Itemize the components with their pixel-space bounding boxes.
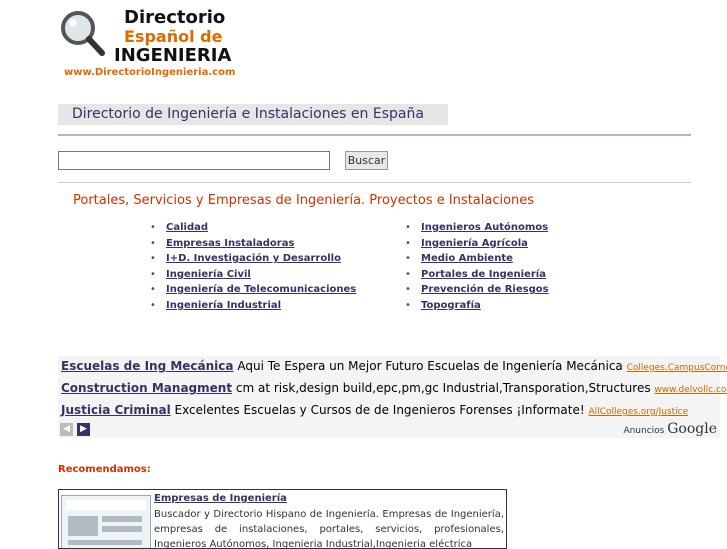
list-item: Portales de Ingeniería [405,267,549,283]
ad-item: Escuelas de Ing Mecánica Aqui Te Espera … [61,359,727,373]
list-item: I+D. Investigación y Desarrollo [150,251,356,267]
category-link-empresas-instaladoras[interactable]: Empresas Instaladoras [166,238,294,249]
search-input[interactable] [58,151,330,170]
category-link-ingenieros-autonomos[interactable]: Ingenieros Autónomos [421,222,548,233]
thumbnail-header [66,500,146,510]
search-divider [58,182,691,183]
category-link-ingenieria-agricola[interactable]: Ingeniería Agrícola [421,238,528,249]
list-item: Empresas Instaladoras [150,236,356,252]
title-divider [58,134,691,136]
ads-block: Escuelas de Ing Mecánica Aqui Te Espera … [58,356,727,438]
logo-line-2: Español de [124,27,223,46]
page-title: Directorio de Ingeniería e Instalaciones… [58,104,448,125]
ad-title-link[interactable]: Construction Managment [61,381,232,395]
category-link-medio-ambiente[interactable]: Medio Ambiente [421,253,513,264]
ad-text: Aqui Te Espera un Mejor Futuro Escuelas … [237,359,623,373]
logo-url: www.DirectorioIngenieria.com [64,67,236,78]
list-item: Ingeniería de Telecomunicaciones [150,282,356,298]
category-link-portales[interactable]: Portales de Ingeniería [421,269,546,280]
ad-url-link[interactable]: www.delvollc.com [654,385,727,395]
category-list-left: Calidad Empresas Instaladoras I+D. Inves… [150,220,356,313]
recommend-description: Buscador y Directorio Hispano de Ingenie… [154,509,504,549]
google-logo: Google [667,421,717,437]
section-title: Portales, Servicios y Empresas de Ingeni… [73,193,535,208]
category-link-id[interactable]: I+D. Investigación y Desarrollo [166,253,341,264]
list-item: Ingeniería Industrial [150,298,356,314]
category-link-telecomunicaciones[interactable]: Ingeniería de Telecomunicaciones [166,284,356,295]
ads-prev-button[interactable]: ◀ [60,423,73,436]
recommend-title-link[interactable]: Empresas de Ingeniería [154,493,287,504]
ad-item: Construction Managment cm at risk,design… [61,381,727,395]
category-link-prevencion-riesgos[interactable]: Prevención de Riesgos [421,284,549,295]
recommend-thumbnail[interactable] [61,495,151,548]
thumbnail-block [68,540,142,545]
thumbnail-block [102,516,142,522]
recommend-heading: Recomendamos: [58,464,151,475]
ads-by-google[interactable]: Anuncios Google [623,421,717,437]
category-link-calidad[interactable]: Calidad [166,222,208,233]
list-item: Ingenieros Autónomos [405,220,549,236]
thumbnail-block [68,516,98,536]
category-link-topografia[interactable]: Topografía [421,300,481,311]
category-link-ingenieria-industrial[interactable]: Ingeniería Industrial [166,300,281,311]
list-item: Ingeniería Agrícola [405,236,549,252]
ad-text: Excelentes Escuelas y Cursos de de Ingen… [174,403,585,417]
ad-item: Justicia Criminal Excelentes Escuelas y … [61,403,688,417]
logo-line-1: Directorio [124,7,226,28]
list-item: Prevención de Riesgos [405,282,549,298]
ad-title-link[interactable]: Justicia Criminal [61,403,171,417]
ads-next-button[interactable]: ▶ [77,423,90,436]
magnifier-icon [61,11,105,56]
logo-line-3: INGENIERIA [114,45,232,66]
list-item: Topografía [405,298,549,314]
ad-url-link[interactable]: AllColleges.org/Justice [589,407,689,417]
recommend-box: Empresas de Ingeniería Buscador y Direct… [58,489,507,549]
list-item: Medio Ambiente [405,251,549,267]
list-item: Ingeniería Civil [150,267,356,283]
list-item: Calidad [150,220,356,236]
category-list-right: Ingenieros Autónomos Ingeniería Agrícola… [405,220,549,313]
ad-title-link[interactable]: Escuelas de Ing Mecánica [61,359,234,373]
site-logo[interactable]: Directorio Español de INGENIERIA www.Dir… [58,7,235,79]
thumbnail-block [102,526,142,532]
ad-url-link[interactable]: Colleges.CampusCorner.com [627,363,727,373]
search-button[interactable]: Buscar [345,151,388,170]
ad-text: cm at risk,design build,epc,pm,gc Indust… [235,381,651,395]
category-link-ingenieria-civil[interactable]: Ingeniería Civil [166,269,251,280]
anuncios-label: Anuncios [623,426,665,436]
